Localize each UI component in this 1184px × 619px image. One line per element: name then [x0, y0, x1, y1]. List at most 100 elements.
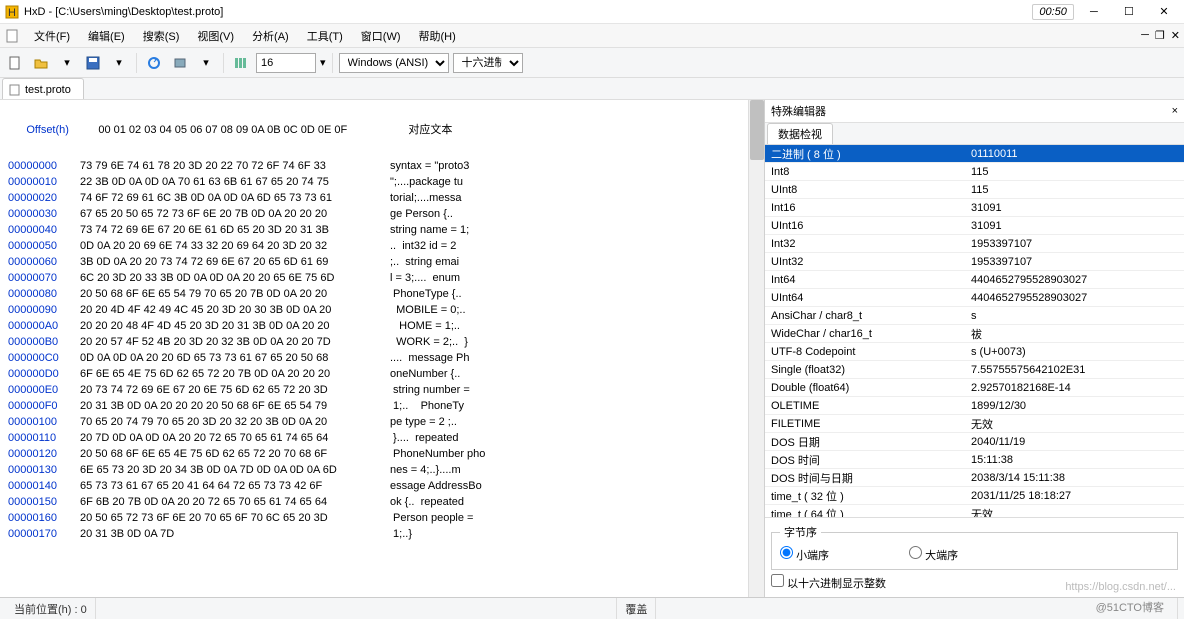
- close-button[interactable]: ✕: [1148, 5, 1180, 18]
- hex-row[interactable]: 0000017020 31 3B 0D 0A 7D 1;..}: [8, 526, 756, 542]
- hex-row[interactable]: 000000A020 20 20 48 4F 4D 45 20 3D 20 31…: [8, 318, 756, 334]
- mdi-close-icon[interactable]: ✕: [1171, 29, 1180, 42]
- hex-editor[interactable]: Offset(h)00 01 02 03 04 05 06 07 08 09 0…: [0, 100, 764, 597]
- row-hex[interactable]: 20 31 3B 0D 0A 7D: [80, 526, 390, 542]
- radio-big-endian[interactable]: 大端序: [909, 546, 958, 563]
- dropdown-memory-icon[interactable]: ▾: [195, 52, 217, 74]
- dropdown-bpr-icon[interactable]: ▾: [320, 56, 326, 69]
- row-hex[interactable]: 0D 0A 20 20 69 6E 74 33 32 20 69 64 20 3…: [80, 238, 390, 254]
- row-hex[interactable]: 20 50 65 72 73 6F 6E 20 70 65 6F 70 6C 6…: [80, 510, 390, 526]
- inspector-row[interactable]: OLETIME1899/12/30: [765, 397, 1184, 415]
- menu-window[interactable]: 窗口(W): [357, 26, 405, 46]
- row-hex[interactable]: 20 20 4D 4F 42 49 4C 45 20 3D 20 30 3B 0…: [80, 302, 390, 318]
- inspector-row[interactable]: UInt321953397107: [765, 253, 1184, 271]
- inspector-row[interactable]: DOS 日期2040/11/19: [765, 433, 1184, 451]
- hex-row[interactable]: 000001306E 65 73 20 3D 20 34 3B 0D 0A 7D…: [8, 462, 756, 478]
- inspector-row[interactable]: 二进制 ( 8 位 )01110011: [765, 145, 1184, 163]
- inspector-row[interactable]: DOS 时间与日期2038/3/14 15:11:38: [765, 469, 1184, 487]
- inspector-row[interactable]: Double (float64)2.92570182168E-14: [765, 379, 1184, 397]
- row-hex[interactable]: 20 20 57 4F 52 4B 20 3D 20 32 3B 0D 0A 2…: [80, 334, 390, 350]
- row-ascii[interactable]: }.... repeated: [390, 430, 459, 446]
- row-hex[interactable]: 22 3B 0D 0A 0D 0A 70 61 63 6B 61 67 65 2…: [80, 174, 390, 190]
- new-file-button[interactable]: [4, 52, 26, 74]
- inspector-row[interactable]: DOS 时间15:11:38: [765, 451, 1184, 469]
- row-ascii[interactable]: string number =: [390, 382, 470, 398]
- refresh-button[interactable]: [143, 52, 165, 74]
- columns-button[interactable]: [230, 52, 252, 74]
- inspector-row[interactable]: Int8115: [765, 163, 1184, 181]
- hex-row[interactable]: 000000D06F 6E 65 4E 75 6D 62 65 72 20 7B…: [8, 366, 756, 382]
- hex-row[interactable]: 0000000073 79 6E 74 61 78 20 3D 20 22 70…: [8, 158, 756, 174]
- row-ascii[interactable]: HOME = 1;..: [390, 318, 466, 334]
- inspector-row[interactable]: time_t ( 32 位 )2031/11/25 18:18:27: [765, 487, 1184, 505]
- inspector-tab-dataview[interactable]: 数据检视: [767, 123, 833, 144]
- row-ascii[interactable]: PhoneNumber pho: [390, 446, 485, 462]
- row-ascii[interactable]: syntax = "proto3: [390, 158, 469, 174]
- hex-row[interactable]: 0000001022 3B 0D 0A 0D 0A 70 61 63 6B 61…: [8, 174, 756, 190]
- row-hex[interactable]: 20 7D 0D 0A 0D 0A 20 20 72 65 70 65 61 7…: [80, 430, 390, 446]
- row-hex[interactable]: 74 6F 72 69 61 6C 3B 0D 0A 0D 0A 6D 65 7…: [80, 190, 390, 206]
- open-file-button[interactable]: [30, 52, 52, 74]
- encoding-select[interactable]: Windows (ANSI): [339, 53, 449, 73]
- row-ascii[interactable]: PhoneType {..: [390, 286, 468, 302]
- row-ascii[interactable]: MOBILE = 0;..: [390, 302, 469, 318]
- row-hex[interactable]: 20 20 20 48 4F 4D 45 20 3D 20 31 3B 0D 0…: [80, 318, 390, 334]
- row-hex[interactable]: 6C 20 3D 20 33 3B 0D 0A 0D 0A 20 20 65 6…: [80, 270, 390, 286]
- row-hex[interactable]: 6F 6E 65 4E 75 6D 62 65 72 20 7B 0D 0A 2…: [80, 366, 390, 382]
- dropdown-open-icon[interactable]: ▾: [56, 52, 78, 74]
- row-hex[interactable]: 20 31 3B 0D 0A 20 20 20 20 50 68 6F 6E 6…: [80, 398, 390, 414]
- hex-integer-checkbox[interactable]: 以十六进制显示整数: [771, 578, 886, 590]
- inspector-row[interactable]: UInt1631091: [765, 217, 1184, 235]
- bytes-per-row-input[interactable]: [256, 53, 316, 73]
- inspector-row[interactable]: UInt644404652795528903027: [765, 289, 1184, 307]
- row-hex[interactable]: 20 50 68 6F 6E 65 4E 75 6D 62 65 72 20 7…: [80, 446, 390, 462]
- row-hex[interactable]: 65 73 73 61 67 65 20 41 64 64 72 65 73 7…: [80, 478, 390, 494]
- inspector-row[interactable]: WideChar / char16_t祓: [765, 325, 1184, 343]
- scroll-thumb[interactable]: [750, 100, 764, 160]
- maximize-button[interactable]: ☐: [1113, 5, 1145, 18]
- hex-row[interactable]: 0000003067 65 20 50 65 72 73 6F 6E 20 7B…: [8, 206, 756, 222]
- hex-row[interactable]: 0000016020 50 65 72 73 6F 6E 20 70 65 6F…: [8, 510, 756, 526]
- row-ascii[interactable]: 1;..}: [390, 526, 412, 542]
- mdi-minimize-icon[interactable]: ─: [1141, 29, 1149, 42]
- row-hex[interactable]: 67 65 20 50 65 72 73 6F 6E 20 7B 0D 0A 2…: [80, 206, 390, 222]
- inspector-row[interactable]: UInt8115: [765, 181, 1184, 199]
- hex-row[interactable]: 0000004073 74 72 69 6E 67 20 6E 61 6D 65…: [8, 222, 756, 238]
- base-select[interactable]: 十六进制: [453, 53, 523, 73]
- menu-help[interactable]: 帮助(H): [415, 26, 460, 46]
- hex-row[interactable]: 0000011020 7D 0D 0A 0D 0A 20 20 72 65 70…: [8, 430, 756, 446]
- inspector-row[interactable]: Int644404652795528903027: [765, 271, 1184, 289]
- row-hex[interactable]: 6F 6B 20 7B 0D 0A 20 20 72 65 70 65 61 7…: [80, 494, 390, 510]
- hex-scrollbar[interactable]: [748, 100, 764, 597]
- row-hex[interactable]: 6E 65 73 20 3D 20 34 3B 0D 0A 7D 0D 0A 0…: [80, 462, 390, 478]
- hex-row[interactable]: 000001506F 6B 20 7B 0D 0A 20 20 72 65 70…: [8, 494, 756, 510]
- menu-analysis[interactable]: 分析(A): [248, 26, 293, 46]
- memory-button[interactable]: [169, 52, 191, 74]
- hex-row[interactable]: 000000F020 31 3B 0D 0A 20 20 20 20 50 68…: [8, 398, 756, 414]
- row-ascii[interactable]: pe type = 2 ;..: [390, 414, 460, 430]
- inspector-close-icon[interactable]: ×: [1172, 105, 1178, 117]
- inspector-row[interactable]: time_t ( 64 位 )无效: [765, 505, 1184, 517]
- document-tab[interactable]: test.proto: [2, 78, 84, 99]
- row-hex[interactable]: 20 50 68 6F 6E 65 54 79 70 65 20 7B 0D 0…: [80, 286, 390, 302]
- row-ascii[interactable]: l = 3;.... enum: [390, 270, 460, 286]
- mdi-restore-icon[interactable]: ❐: [1155, 29, 1165, 42]
- menu-tools[interactable]: 工具(T): [303, 26, 347, 46]
- row-hex[interactable]: 73 74 72 69 6E 67 20 6E 61 6D 65 20 3D 2…: [80, 222, 390, 238]
- hex-row[interactable]: 000000706C 20 3D 20 33 3B 0D 0A 0D 0A 20…: [8, 270, 756, 286]
- row-ascii[interactable]: WORK = 2;.. }: [390, 334, 468, 350]
- hex-row[interactable]: 0000012020 50 68 6F 6E 65 4E 75 6D 62 65…: [8, 446, 756, 462]
- row-ascii[interactable]: .. int32 id = 2: [390, 238, 456, 254]
- inspector-row[interactable]: AnsiChar / char8_ts: [765, 307, 1184, 325]
- hex-row[interactable]: 0000002074 6F 72 69 61 6C 3B 0D 0A 0D 0A…: [8, 190, 756, 206]
- hex-row[interactable]: 0000009020 20 4D 4F 42 49 4C 45 20 3D 20…: [8, 302, 756, 318]
- hex-row[interactable]: 000000603B 0D 0A 20 20 73 74 72 69 6E 67…: [8, 254, 756, 270]
- hex-row[interactable]: 000000E020 73 74 72 69 6E 67 20 6E 75 6D…: [8, 382, 756, 398]
- menu-edit[interactable]: 编辑(E): [84, 26, 129, 46]
- hex-row[interactable]: 000000C00D 0A 0D 0A 20 20 6D 65 73 73 61…: [8, 350, 756, 366]
- row-hex[interactable]: 73 79 6E 74 61 78 20 3D 20 22 70 72 6F 7…: [80, 158, 390, 174]
- row-ascii[interactable]: ge Person {..: [390, 206, 462, 222]
- hex-row[interactable]: 000000500D 0A 20 20 69 6E 74 33 32 20 69…: [8, 238, 756, 254]
- minimize-button[interactable]: ─: [1078, 6, 1110, 18]
- row-ascii[interactable]: 1;.. PhoneTy: [390, 398, 464, 414]
